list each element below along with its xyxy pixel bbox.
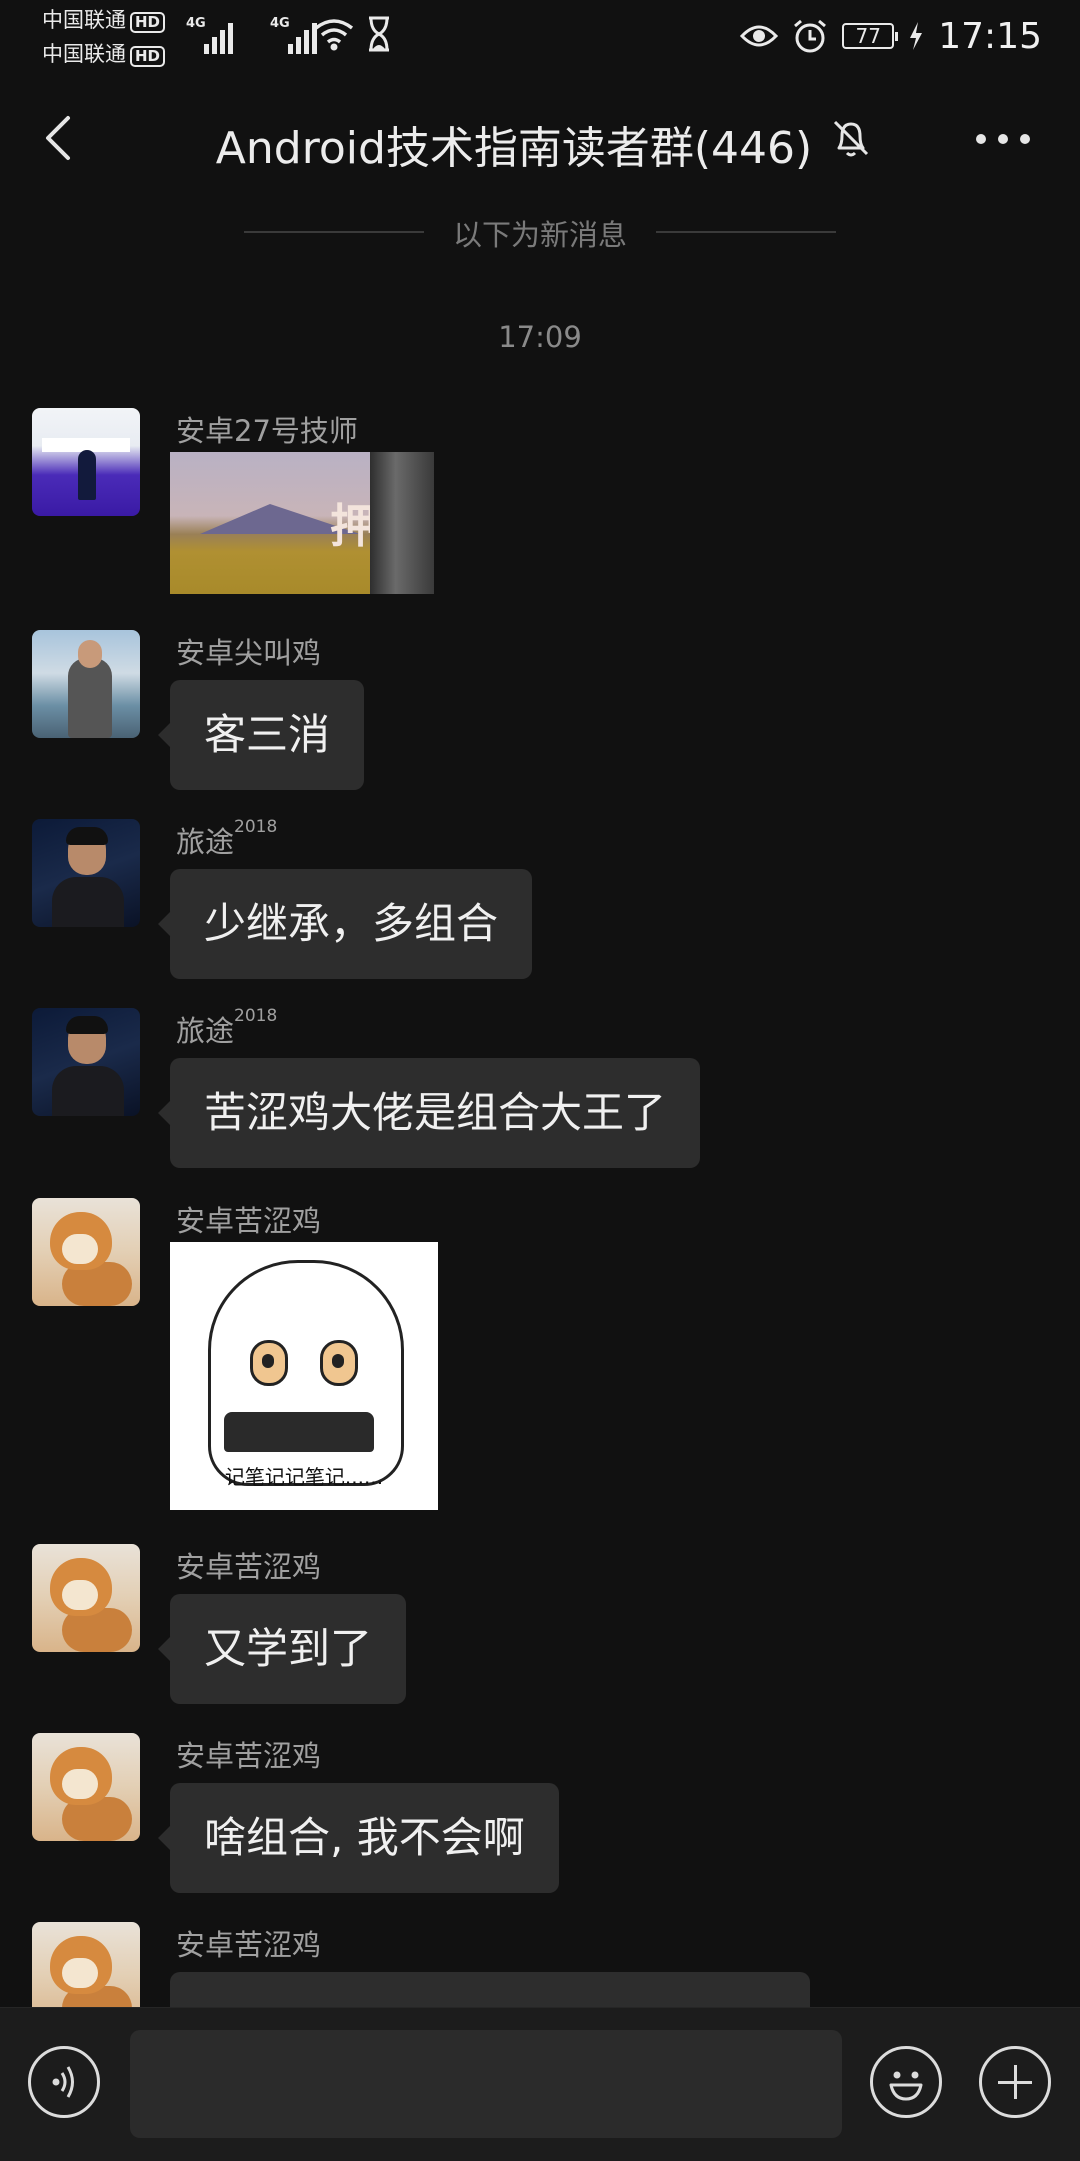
voice-button[interactable] [28,2046,100,2118]
plus-icon[interactable] [979,2046,1051,2118]
voice-icon [52,2066,74,2098]
hourglass-icon [369,16,389,52]
status-time: 17:15 [938,15,1042,57]
emoji-button[interactable] [870,2046,942,2118]
battery-icon: 77 [842,23,899,49]
sender-name[interactable]: 安卓27号技师 [176,408,358,450]
image-message[interactable]: 押 [170,452,434,594]
avatar[interactable] [32,408,140,516]
avatar[interactable] [32,1008,140,1116]
chat-title-wrap: Android技术指南读者群(446) [0,112,1080,176]
chat-header: Android技术指南读者群(446) [0,72,1080,204]
avatar[interactable] [32,1733,140,1841]
message-bubble[interactable]: 啥组合, 我不会啊 [158,1783,559,1893]
hd-badge: HD [130,12,166,33]
sender-name[interactable]: 旅途2018 [176,1006,277,1050]
avatar[interactable] [32,1198,140,1306]
divider-line [656,231,836,233]
sender-name[interactable]: 安卓苦涩鸡 [176,1544,321,1586]
new-messages-label: 以下为新消息 [452,218,627,252]
sticker-caption: 记笔记记笔记...... [224,1465,384,1489]
sender-name[interactable]: 安卓苦涩鸡 [176,1198,321,1240]
message-bubble[interactable]: 苦涩鸡大佬是组合大王了 [157,1058,701,1168]
status-bar: 中国联通 HD 中国联通 HD 4G 4G 77 17:15 [42,8,1042,67]
carrier-label-1: 中国联通 HD [42,8,166,33]
sender-name[interactable]: 安卓苦涩鸡 [176,1922,321,1964]
emoji-icon [889,2071,923,2101]
more-icon[interactable] [976,134,1030,146]
new-messages-divider: 以下为新消息 [0,212,1080,252]
wifi-icon [314,19,354,51]
hd-badge: HD [130,46,166,67]
alarm-icon [794,19,827,53]
avatar[interactable] [32,630,140,738]
message-bubble[interactable]: 少继承，多组合 [157,869,533,979]
eye-icon [740,25,779,47]
chat-title[interactable]: Android技术指南读者群(446) [216,123,812,174]
chat-input-bar [0,2007,1080,2161]
carrier-label-2: 中国联通 HD [42,42,166,67]
charging-icon [910,22,923,50]
message-bubble[interactable]: 客三消 [157,680,365,790]
message-timestamp: 17:09 [498,320,582,354]
avatar[interactable] [32,1544,140,1652]
sender-name[interactable]: 旅途2018 [176,817,277,861]
sticker-message[interactable]: 记笔记记笔记...... [170,1242,438,1510]
mute-icon [833,120,869,157]
message-input[interactable] [130,2030,842,2138]
avatar[interactable] [32,819,140,927]
sender-name[interactable]: 安卓尖叫鸡 [176,630,321,672]
message-bubble[interactable]: 又学到了 [157,1594,407,1704]
sender-name[interactable]: 安卓苦涩鸡 [176,1733,321,1775]
